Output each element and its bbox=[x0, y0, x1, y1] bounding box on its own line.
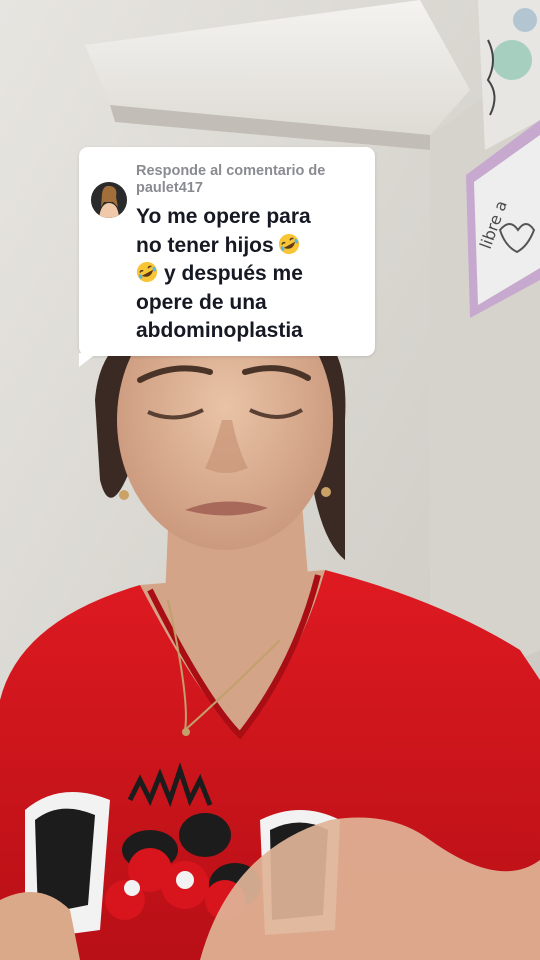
video-stage: libre a Responde al comentario de paulet… bbox=[0, 0, 540, 960]
reply-header-prefix: Responde al comentario de bbox=[136, 163, 326, 179]
comment-line-4: opere de una bbox=[136, 290, 267, 314]
comment-line-2: no tener hijos bbox=[136, 233, 274, 257]
rolling-on-floor-laughing-icon bbox=[136, 261, 158, 283]
video-frame: libre a bbox=[0, 0, 540, 960]
reply-comment-card[interactable]: Responde al comentario de paulet417 Yo m… bbox=[79, 147, 375, 367]
comment-line-5: abdominoplastia bbox=[136, 319, 303, 342]
user-avatar[interactable] bbox=[91, 182, 127, 218]
comment-line-1: Yo me opere para bbox=[136, 205, 311, 228]
avatar-icon bbox=[91, 182, 127, 218]
reply-card-tail bbox=[79, 353, 97, 367]
comment-line-3: y después me bbox=[164, 262, 303, 285]
reply-username[interactable]: paulet417 bbox=[136, 180, 203, 196]
rolling-on-floor-laughing-icon bbox=[278, 233, 299, 254]
reply-header: Responde al comentario de paulet417 bbox=[136, 163, 364, 197]
reply-comment-text: Yo me opere para no tener hijos y despué… bbox=[136, 203, 370, 346]
